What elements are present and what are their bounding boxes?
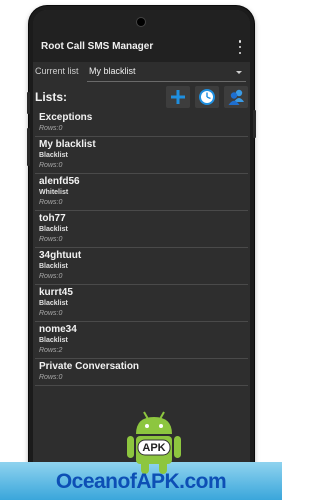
list-name: toh77	[39, 213, 66, 224]
current-list-value: My blacklist	[89, 66, 136, 76]
list-name: My blacklist	[39, 139, 96, 150]
add-list-button[interactable]	[166, 86, 190, 108]
list-type: Whitelist	[39, 189, 69, 196]
list-rows: Rows:0	[39, 374, 63, 381]
list-name: 34ghtuut	[39, 250, 82, 261]
list-item[interactable]: kurrt45 Blacklist Rows:0	[35, 285, 248, 322]
lists-heading: Lists:	[35, 90, 68, 104]
list-rows: Rows:0	[39, 199, 63, 206]
list-rows: Rows:0	[39, 162, 63, 169]
app-title: Root Call SMS Manager	[41, 41, 154, 52]
overflow-menu-icon[interactable]	[236, 40, 244, 54]
current-list-row: Current list My blacklist	[33, 66, 250, 82]
list-type: Blacklist	[39, 300, 68, 307]
list-type: Blacklist	[39, 337, 68, 344]
clock-icon	[199, 89, 215, 105]
list-item[interactable]: nome34 Blacklist Rows:2	[35, 322, 248, 359]
list-rows: Rows:0	[39, 125, 63, 132]
list-rows: Rows:0	[39, 273, 63, 280]
apk-logo-text: APK	[142, 442, 165, 454]
current-list-dropdown[interactable]: My blacklist	[87, 66, 246, 82]
lists-table: Exceptions Rows:0 My blacklist Blacklist…	[35, 110, 248, 386]
list-name: kurrt45	[39, 287, 73, 298]
list-item[interactable]: Private Conversation Rows:0	[35, 359, 248, 386]
history-button[interactable]	[195, 86, 219, 108]
side-key	[253, 110, 256, 138]
list-rows: Rows:2	[39, 347, 63, 354]
power-button	[27, 92, 30, 114]
volume-button	[27, 128, 30, 166]
list-item[interactable]: 34ghtuut Blacklist Rows:0	[35, 248, 248, 285]
list-name: Private Conversation	[39, 361, 140, 372]
dropdown-arrow-icon	[236, 71, 242, 74]
list-item[interactable]: toh77 Blacklist Rows:0	[35, 211, 248, 248]
list-item[interactable]: Exceptions Rows:0	[35, 110, 248, 137]
list-name: nome34	[39, 324, 77, 335]
android-apk-logo: APK	[127, 411, 181, 474]
list-type: Blacklist	[39, 152, 68, 159]
app-bar: Root Call SMS Manager	[33, 10, 250, 62]
watermark-text: OceanofAPK.com	[55, 470, 227, 493]
list-rows: Rows:0	[39, 310, 63, 317]
front-camera	[137, 18, 145, 26]
list-rows: Rows:0	[39, 236, 63, 243]
list-type: Blacklist	[39, 226, 68, 233]
list-name: alenfd56	[39, 176, 80, 187]
list-item[interactable]: My blacklist Blacklist Rows:0	[35, 137, 248, 174]
list-type: Blacklist	[39, 263, 68, 270]
list-name: Exceptions	[39, 112, 93, 123]
plus-icon	[171, 90, 185, 104]
list-item[interactable]: alenfd56 Whitelist Rows:0	[35, 174, 248, 211]
contacts-button[interactable]	[224, 86, 248, 108]
contacts-icon	[228, 89, 244, 105]
current-list-label: Current list	[35, 66, 79, 76]
